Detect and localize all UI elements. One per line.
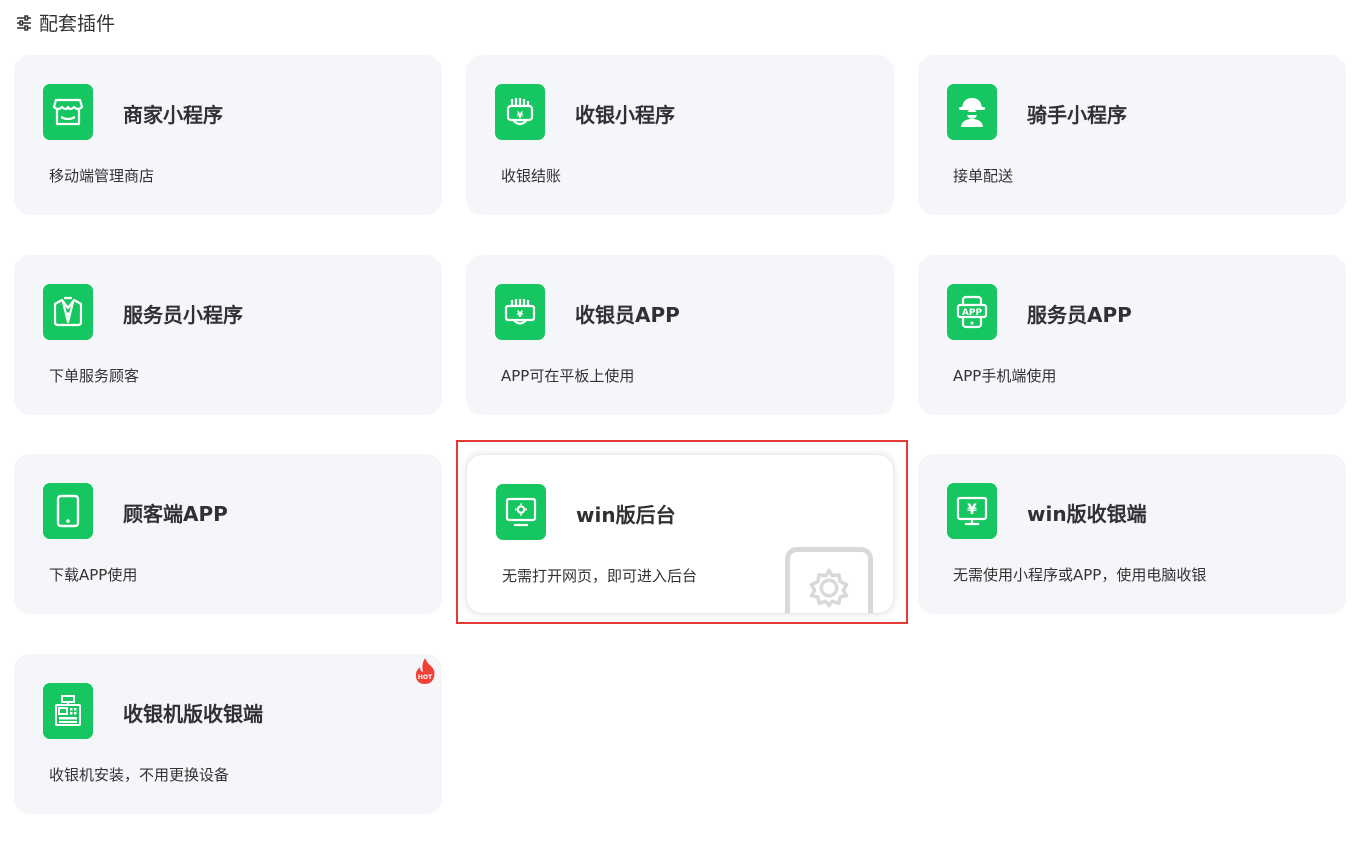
section-title: 配套插件	[39, 12, 116, 35]
card-title: win版后台	[576, 503, 676, 527]
phone-app-icon: APP	[947, 284, 997, 340]
plugin-card-customer-app[interactable]: 顾客端APP 下载APP使用	[14, 454, 442, 614]
plugin-card-win-admin[interactable]: win版后台 无需打开网页，即可进入后台	[466, 454, 894, 614]
card-desc: 接单配送	[953, 167, 1014, 185]
sliders-icon	[16, 14, 32, 31]
plugin-card-merchant-miniprogram[interactable]: 商家小程序 移动端管理商店	[14, 55, 442, 215]
card-title: 收银机版收银端	[123, 702, 263, 726]
card-desc: 收银机安装，不用更换设备	[49, 766, 230, 784]
monitor-gear-icon	[496, 484, 546, 540]
card-desc: APP手机端使用	[953, 367, 1057, 385]
monitor-yen-icon: ¥	[947, 483, 997, 539]
plugin-card-cashier-app[interactable]: ¥ 收银员APP APP可在平板上使用	[466, 255, 894, 415]
plugin-card-win-cashier[interactable]: ¥ win版收银端 无需使用小程序或APP，使用电脑收银	[918, 454, 1346, 614]
section-header: 配套插件	[16, 10, 116, 35]
card-desc: 无需打开网页，即可进入后台	[502, 567, 698, 585]
card-desc: 下载APP使用	[49, 566, 138, 584]
plugin-card-rider-miniprogram[interactable]: 骑手小程序 接单配送	[918, 55, 1346, 215]
plugin-card-cashier-miniprogram[interactable]: ¥ 收银小程序 收银结账	[466, 55, 894, 215]
svg-text:¥: ¥	[517, 310, 524, 320]
plugin-card-waiter-app[interactable]: APP 服务员APP APP手机端使用	[918, 255, 1346, 415]
card-title: 服务员APP	[1027, 303, 1132, 327]
shop-icon	[43, 84, 93, 140]
card-title: win版收银端	[1027, 502, 1147, 526]
gear-watermark-icon	[785, 547, 873, 613]
card-title: 服务员小程序	[123, 303, 243, 327]
card-desc: APP可在平板上使用	[501, 367, 635, 385]
card-title: 骑手小程序	[1027, 103, 1127, 127]
card-title: 收银员APP	[575, 303, 680, 327]
plugin-card-register-cashier[interactable]: 收银机版收银端 收银机安装，不用更换设备 HOT	[14, 654, 442, 814]
cash-register-icon	[43, 683, 93, 739]
waiter-icon	[43, 284, 93, 340]
hot-badge-text: HOT	[418, 674, 433, 681]
phone-app-icon-text: APP	[962, 308, 983, 318]
plugin-card-waiter-miniprogram[interactable]: 服务员小程序 下单服务顾客	[14, 255, 442, 415]
svg-text:¥: ¥	[967, 502, 977, 518]
card-desc: 无需使用小程序或APP，使用电脑收银	[953, 566, 1207, 584]
cashier-app-icon: ¥	[495, 284, 545, 340]
hand-cash-icon: ¥	[495, 84, 545, 140]
tablet-icon	[43, 483, 93, 539]
rider-icon	[947, 84, 997, 140]
card-desc: 下单服务顾客	[49, 367, 140, 385]
card-title: 顾客端APP	[123, 502, 228, 526]
card-desc: 移动端管理商店	[49, 167, 155, 185]
svg-text:¥: ¥	[517, 111, 524, 121]
card-title: 收银小程序	[575, 103, 675, 127]
hot-badge-icon: HOT	[414, 657, 436, 685]
card-desc: 收银结账	[501, 167, 562, 185]
card-title: 商家小程序	[123, 103, 223, 127]
